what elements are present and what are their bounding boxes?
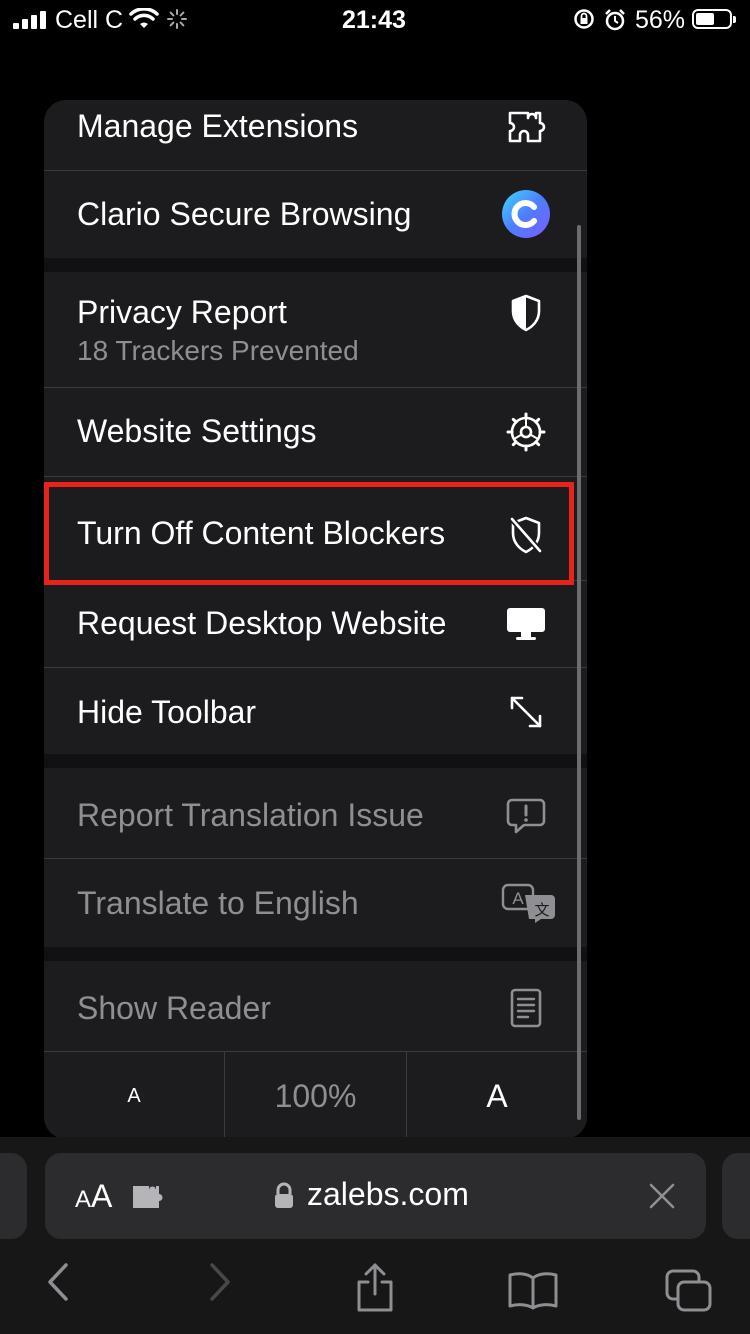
menu-item-subtitle: 18 Trackers Prevented [77,335,359,366]
carrier-label: Cell C [55,6,124,34]
menu-item-translate[interactable]: Translate to English A 文 [44,859,587,947]
page-menu: Manage Extensions Clario Secure Browsing [44,100,587,1139]
format-big-a: A [91,1178,113,1214]
wifi-icon [129,8,159,28]
expand-arrows-icon [501,687,551,737]
clario-logo-icon [501,189,551,239]
battery-percent: 56% [635,6,686,34]
alarm-icon [605,9,625,31]
url-domain[interactable]: zalebs.com [307,1176,469,1213]
zoom-controls: A 100% A [44,1051,587,1139]
svg-text:文: 文 [534,901,549,919]
clock: 21:43 [342,6,406,34]
zoom-increase-button[interactable]: A [407,1052,587,1139]
menu-item-label: Manage Extensions [77,108,359,144]
next-tab-pill[interactable] [722,1153,750,1239]
reader-icon [501,983,551,1033]
share-icon[interactable] [354,1262,396,1314]
extensions-icon [501,102,551,152]
menu-item-label: Privacy Report [77,294,287,330]
menu-item-label: Translate to English [77,885,359,921]
close-icon[interactable] [648,1182,676,1210]
menu-item-request-desktop[interactable]: Request Desktop Website [44,581,587,667]
back-icon[interactable] [44,1262,72,1302]
menu-item-label: Request Desktop Website [77,605,447,641]
rotation-lock-icon [574,9,594,29]
forward-icon[interactable] [206,1262,234,1302]
menu-item-manage-extensions[interactable]: Manage Extensions [44,100,587,170]
menu-item-report-translation-issue[interactable]: Report Translation Issue [44,768,587,858]
menu-scrollbar[interactable] [577,225,581,1120]
menu-item-label: Show Reader [77,990,271,1026]
battery-icon [692,9,736,29]
signal-icon [13,11,47,29]
shield-icon [501,288,551,338]
status-bar: Cell C 21:43 56% [0,0,750,42]
menu-item-show-reader[interactable]: Show Reader [44,961,587,1050]
exclamation-bubble-icon [501,791,551,841]
lock-icon [275,1182,293,1208]
activity-spinner-icon [167,9,187,29]
tabs-icon[interactable] [664,1268,714,1314]
menu-item-label: Report Translation Issue [77,797,424,833]
format-small-a: A [75,1186,92,1213]
zoom-level[interactable]: 100% [225,1052,406,1139]
page-format-button[interactable]: AA [75,1178,112,1215]
menu-item-clario[interactable]: Clario Secure Browsing [44,171,587,258]
menu-item-privacy-report[interactable]: Privacy Report 18 Trackers Prevented [44,272,587,387]
menu-item-label: Website Settings [77,413,317,449]
desktop-icon [501,599,551,649]
menu-item-label: Hide Toolbar [77,694,257,730]
menu-item-turn-off-content-blockers[interactable]: Turn Off Content Blockers [44,477,587,580]
bookmarks-icon[interactable] [507,1270,559,1310]
translate-icon: A 文 [501,878,557,928]
shield-slash-icon [501,510,551,560]
previous-tab-pill[interactable] [0,1153,27,1239]
menu-item-hide-toolbar[interactable]: Hide Toolbar [44,668,587,754]
extension-puzzle-icon[interactable] [131,1183,167,1211]
menu-item-label: Clario Secure Browsing [77,196,412,232]
menu-item-label: Turn Off Content Blockers [77,515,446,551]
svg-text:A: A [512,889,524,908]
zoom-decrease-button[interactable]: A [44,1052,224,1139]
menu-item-website-settings[interactable]: Website Settings [44,388,587,476]
gear-icon [501,407,551,457]
